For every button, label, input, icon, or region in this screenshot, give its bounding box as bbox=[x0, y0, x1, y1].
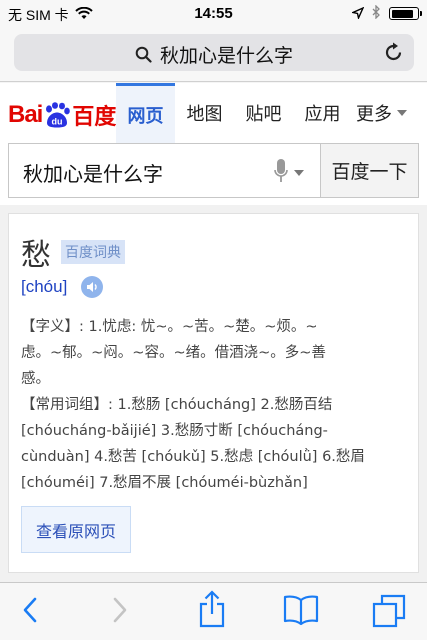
word-line: 愁 百度词典 bbox=[21, 230, 125, 274]
pinyin: [chóu] bbox=[21, 277, 68, 296]
definition-line: 感。 bbox=[21, 371, 50, 387]
status-bar: 无 SIM 卡 14:55 bbox=[0, 0, 427, 26]
search-input-value: 秋加心是什么字 bbox=[23, 162, 163, 186]
tab-apps[interactable]: 应用 bbox=[293, 83, 352, 143]
battery-icon bbox=[389, 7, 422, 20]
dictionary-result-card: 愁 百度词典 [chóu] 【字义】: 1.忧虑: 忧~。~苦。~楚。~烦。~ … bbox=[8, 213, 419, 573]
chevron-down-icon bbox=[397, 110, 407, 116]
tab-more-label: 更多 bbox=[356, 104, 392, 125]
tab-map[interactable]: 地图 bbox=[175, 83, 234, 143]
tab-web[interactable]: 网页 bbox=[116, 83, 175, 143]
definition-line: 虑。~郁。~闷。~容。~绪。借酒浇~。多~善 bbox=[21, 345, 326, 361]
logo-text: 百度 bbox=[72, 104, 117, 129]
bookmarks-icon[interactable] bbox=[283, 594, 319, 630]
browser-address-area: 秋加心是什么字 bbox=[0, 26, 427, 82]
bluetooth-icon bbox=[372, 4, 381, 22]
definition-line: 【常用词组】: 1.愁肠 [chóucháng] 2.愁肠百结 bbox=[21, 397, 333, 413]
search-row: 秋加心是什么字 百度一下 bbox=[0, 143, 427, 205]
logo-bai: Bai bbox=[8, 101, 43, 128]
share-icon[interactable] bbox=[197, 590, 227, 632]
search-button[interactable]: 百度一下 bbox=[320, 143, 419, 198]
reload-icon[interactable] bbox=[384, 42, 404, 67]
voice-search[interactable] bbox=[274, 158, 304, 188]
definition-line: 【字义】: 1.忧虑: 忧~。~苦。~楚。~烦。~ bbox=[21, 319, 318, 335]
forward-chevron-icon[interactable] bbox=[110, 594, 130, 630]
tab-more[interactable]: 更多 bbox=[352, 83, 411, 143]
address-bar-text: 秋加心是什么字 bbox=[159, 45, 293, 67]
definition-line: [chóuméi] 7.愁眉不展 [chóuméi-bùzhǎn] bbox=[21, 475, 308, 491]
baidu-nav: 网页 地图 贴吧 应用 更多 bbox=[116, 83, 411, 143]
search-input[interactable]: 秋加心是什么字 bbox=[8, 143, 320, 198]
address-bar-content: 秋加心是什么字 bbox=[14, 41, 414, 68]
status-right bbox=[350, 4, 422, 22]
logo-du-mark: du bbox=[52, 117, 63, 127]
back-chevron-icon[interactable] bbox=[20, 594, 40, 630]
definition-text: 【字义】: 1.忧虑: 忧~。~苦。~楚。~烦。~ 虑。~郁。~闷。~容。~绪。… bbox=[21, 314, 409, 496]
baidu-header: Bai du 百度 网页 地图 贴吧 应用 更多 bbox=[0, 83, 427, 143]
definition-line: cùnduàn] 4.愁苦 [chóukǔ] 5.愁虑 [chóulǜ] 6.愁… bbox=[21, 449, 365, 465]
view-source-button[interactable]: 查看原网页 bbox=[21, 506, 131, 553]
tab-tieba[interactable]: 贴吧 bbox=[234, 83, 293, 143]
definition-line: [chóucháng-bǎijié] 3.愁肠寸断 [chóucháng- bbox=[21, 423, 328, 439]
location-arrow-icon bbox=[350, 6, 365, 22]
microphone-icon bbox=[274, 158, 288, 188]
pinyin-line: [chóu] bbox=[21, 276, 104, 298]
speaker-icon[interactable] bbox=[81, 276, 104, 298]
baidu-logo[interactable]: Bai du 百度 bbox=[8, 99, 116, 131]
browser-toolbar bbox=[0, 582, 427, 640]
chevron-down-icon bbox=[294, 170, 304, 176]
result-word[interactable]: 愁 bbox=[21, 230, 51, 274]
dictionary-badge: 百度词典 bbox=[61, 240, 125, 264]
battery-level bbox=[391, 9, 413, 18]
baidu-paw-logo-icon: du bbox=[43, 102, 71, 128]
address-bar[interactable]: 秋加心是什么字 bbox=[14, 34, 414, 71]
tabs-icon[interactable] bbox=[372, 594, 406, 632]
search-icon bbox=[135, 46, 152, 68]
